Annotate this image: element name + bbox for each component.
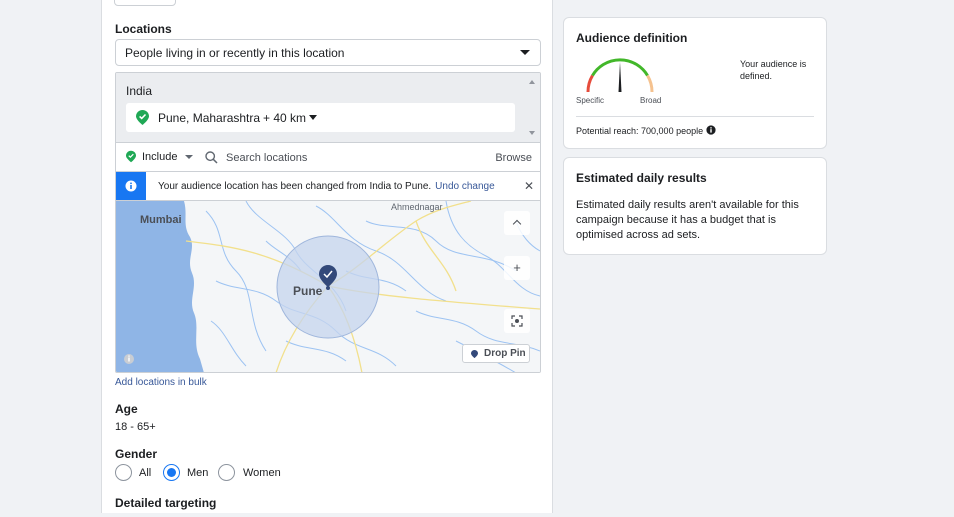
audience-definition-title: Audience definition bbox=[576, 31, 688, 45]
age-label: Age bbox=[115, 402, 138, 416]
estimated-results-title: Estimated daily results bbox=[576, 171, 707, 185]
search-locations-input[interactable]: Search locations bbox=[226, 152, 307, 164]
gender-option-all[interactable]: All bbox=[139, 467, 151, 479]
info-icon-box bbox=[116, 172, 146, 200]
targeting-panel: Locations People living in or recently i… bbox=[101, 0, 553, 513]
chevron-up-icon bbox=[512, 219, 522, 229]
audience-definition-card: Audience definition Specific Broad Your … bbox=[563, 17, 827, 149]
location-map[interactable]: Mumbai Pune Ahmednagar + Drop Pin bbox=[116, 201, 540, 372]
top-button-stub[interactable] bbox=[114, 0, 176, 6]
fullscreen-button[interactable] bbox=[504, 309, 530, 333]
radius-dropdown[interactable]: + 40 km bbox=[263, 111, 306, 125]
potential-reach-text: Potential reach: 700,000 people bbox=[576, 126, 704, 136]
scroll-down-arrow-icon[interactable] bbox=[529, 131, 535, 135]
country-label: India bbox=[126, 84, 153, 98]
search-icon bbox=[205, 151, 218, 164]
notice-message: Your audience location has been changed … bbox=[158, 181, 432, 192]
locate-icon bbox=[511, 315, 523, 327]
location-change-notice: Your audience location has been changed … bbox=[116, 172, 540, 201]
locations-label: Locations bbox=[115, 22, 172, 36]
notice-text: Your audience location has been changed … bbox=[158, 181, 495, 192]
pin-icon bbox=[471, 349, 478, 359]
selected-city-name: Pune, Maharashtra bbox=[158, 111, 261, 125]
gender-radio-all[interactable] bbox=[115, 464, 132, 481]
location-type-select[interactable]: People living in or recently in this loc… bbox=[115, 39, 541, 66]
scroll-up-arrow-icon[interactable] bbox=[529, 80, 535, 84]
map-collapse-button[interactable] bbox=[504, 211, 530, 235]
estimated-results-card: Estimated daily results Estimated daily … bbox=[563, 157, 827, 255]
map-label-ahmednagar: Ahmednagar bbox=[391, 202, 443, 212]
location-pin-check-icon bbox=[136, 110, 149, 125]
gauge-specific-label: Specific bbox=[576, 96, 605, 105]
chevron-down-icon[interactable] bbox=[185, 155, 193, 159]
gender-label: Gender bbox=[115, 447, 158, 461]
zoom-in-button[interactable]: + bbox=[504, 256, 530, 280]
selected-location-row[interactable]: Pune, Maharashtra + 40 km bbox=[126, 103, 515, 132]
detailed-targeting-label: Detailed targeting bbox=[115, 496, 217, 510]
selected-locations-list[interactable]: India Pune, Maharashtra + 40 km bbox=[116, 73, 540, 143]
location-box: India Pune, Maharashtra + 40 km Include bbox=[115, 72, 541, 373]
undo-change-link[interactable]: Undo change bbox=[435, 181, 495, 192]
audience-status-text: Your audience is defined. bbox=[740, 59, 807, 81]
gender-radio-men[interactable] bbox=[163, 464, 180, 481]
info-icon bbox=[125, 180, 137, 192]
age-range-value[interactable]: 18 - 65+ bbox=[115, 421, 156, 433]
include-dropdown[interactable]: Include bbox=[142, 151, 177, 163]
chevron-down-icon[interactable] bbox=[309, 115, 317, 120]
estimated-results-text: Estimated daily results aren't available… bbox=[576, 199, 799, 241]
divider bbox=[576, 116, 814, 117]
audience-gauge-icon bbox=[586, 58, 654, 93]
gauge-broad-label: Broad bbox=[640, 96, 662, 105]
drop-pin-button[interactable]: Drop Pin bbox=[462, 344, 530, 363]
add-locations-bulk-link[interactable]: Add locations in bulk bbox=[115, 377, 207, 388]
gender-option-women[interactable]: Women bbox=[243, 467, 281, 479]
map-label-pune: Pune bbox=[293, 284, 323, 298]
chevron-down-icon bbox=[520, 50, 530, 55]
location-type-value: People living in or recently in this loc… bbox=[125, 46, 345, 60]
drop-pin-label: Drop Pin bbox=[484, 348, 526, 359]
info-icon[interactable] bbox=[706, 125, 716, 135]
include-pin-icon bbox=[126, 150, 136, 163]
gender-radio-women[interactable] bbox=[218, 464, 235, 481]
location-search-row: Include Search locations Browse bbox=[116, 143, 540, 172]
map-label-mumbai: Mumbai bbox=[140, 214, 182, 226]
browse-button[interactable]: Browse bbox=[495, 152, 532, 164]
close-icon[interactable]: ✕ bbox=[524, 179, 534, 193]
gender-option-men[interactable]: Men bbox=[187, 467, 208, 479]
